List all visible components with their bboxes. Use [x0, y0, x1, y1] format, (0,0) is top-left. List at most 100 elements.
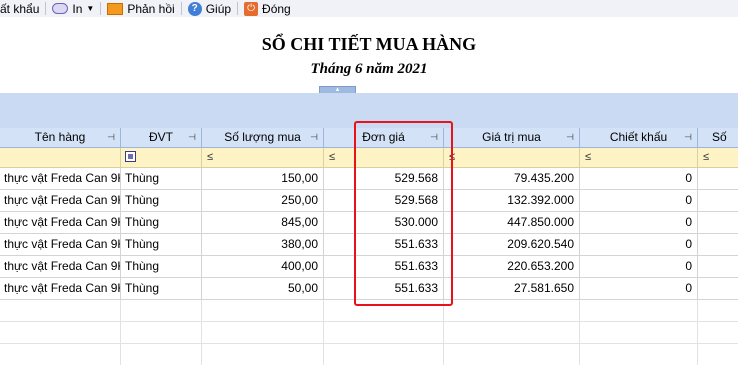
cell-discount[interactable]: 0: [580, 168, 698, 189]
pin-icon[interactable]: ⊣: [684, 128, 692, 147]
filter-checkbox[interactable]: [125, 151, 136, 162]
help-button[interactable]: ? Giúp: [187, 0, 232, 17]
filter-operator[interactable]: ≤: [703, 148, 709, 167]
cell-item-name[interactable]: thực vật Freda Can 9K: [0, 212, 121, 233]
cell-more[interactable]: [698, 212, 738, 233]
filter-operator[interactable]: ≤: [449, 148, 455, 167]
cell-purchase-value[interactable]: 447.850.000: [444, 212, 580, 233]
table-row[interactable]: thực vật Freda Can 9K Thùng 50,00 551.63…: [0, 278, 738, 300]
column-header-unit[interactable]: ĐVT ⊣: [121, 128, 202, 147]
toolbar-separator: [45, 2, 47, 15]
cell-quantity[interactable]: 50,00: [202, 278, 324, 299]
cell-item-name[interactable]: thực vật Freda Can 9K: [0, 234, 121, 255]
cell-unit-price[interactable]: 551.633: [324, 256, 444, 277]
filter-cell-item-name[interactable]: [0, 148, 121, 167]
cell-item-name[interactable]: thực vật Freda Can 9K: [0, 278, 121, 299]
column-header-item-name[interactable]: Tên hàng ⊣: [0, 128, 121, 147]
column-header-discount[interactable]: Chiết khấu ⊣: [580, 128, 698, 147]
filter-operator[interactable]: ≤: [207, 148, 213, 167]
cell-purchase-value[interactable]: 27.581.650: [444, 278, 580, 299]
filter-operator[interactable]: ≤: [329, 148, 335, 167]
table-row[interactable]: thực vật Freda Can 9K Thùng 400,00 551.6…: [0, 256, 738, 278]
column-header-label: Số lượng mua: [224, 130, 301, 144]
toolbar-separator: [237, 2, 239, 15]
close-button[interactable]: ⏻ Đóng: [244, 0, 291, 17]
column-header-quantity[interactable]: Số lượng mua ⊣: [202, 128, 324, 147]
cell-purchase-value[interactable]: 132.392.000: [444, 190, 580, 211]
empty-row: [0, 322, 738, 344]
empty-cell: [324, 322, 444, 343]
column-header-label: ĐVT: [149, 130, 173, 144]
cell-more[interactable]: [698, 190, 738, 211]
column-header-label: Giá trị mua: [482, 130, 541, 144]
print-button[interactable]: In ▼: [52, 0, 94, 17]
cell-more[interactable]: [698, 278, 738, 299]
cell-discount[interactable]: 0: [580, 190, 698, 211]
filter-operator[interactable]: ≤: [585, 148, 591, 167]
export-button[interactable]: ất khẩu: [0, 0, 39, 17]
filter-cell-discount[interactable]: ≤: [580, 148, 698, 167]
cell-unit-price[interactable]: 551.633: [324, 278, 444, 299]
cell-more[interactable]: [698, 256, 738, 277]
cell-unit-price[interactable]: 530.000: [324, 212, 444, 233]
cell-unit-price[interactable]: 529.568: [324, 168, 444, 189]
filter-cell-unit[interactable]: [121, 148, 202, 167]
cell-unit-price[interactable]: 551.633: [324, 234, 444, 255]
pin-icon[interactable]: ⊣: [107, 128, 115, 147]
feedback-button[interactable]: Phản hồi: [107, 0, 175, 17]
cell-unit[interactable]: Thùng: [121, 256, 202, 277]
cell-quantity[interactable]: 845,00: [202, 212, 324, 233]
cell-unit-price[interactable]: 529.568: [324, 190, 444, 211]
cell-more[interactable]: [698, 168, 738, 189]
empty-cell: [444, 300, 580, 321]
column-header-more[interactable]: Số lu: [698, 128, 738, 163]
pin-icon[interactable]: ⊣: [188, 128, 196, 147]
table-row[interactable]: thực vật Freda Can 9K Thùng 845,00 530.0…: [0, 212, 738, 234]
column-header-unit-price[interactable]: Đơn giá ⊣: [324, 128, 444, 147]
cell-item-name[interactable]: thực vật Freda Can 9K: [0, 190, 121, 211]
empty-cell: [121, 300, 202, 321]
pin-icon[interactable]: ⊣: [430, 128, 438, 147]
column-header-purchase-value[interactable]: Giá trị mua ⊣: [444, 128, 580, 147]
help-label: Giúp: [205, 1, 232, 16]
cell-purchase-value[interactable]: 209.620.540: [444, 234, 580, 255]
cell-quantity[interactable]: 400,00: [202, 256, 324, 277]
empty-row: [0, 300, 738, 322]
cell-purchase-value[interactable]: 220.653.200: [444, 256, 580, 277]
feedback-label: Phản hồi: [127, 1, 175, 16]
cell-purchase-value[interactable]: 79.435.200: [444, 168, 580, 189]
filter-cell-unit-price[interactable]: ≤: [324, 148, 444, 167]
empty-cell: [121, 322, 202, 343]
pin-icon[interactable]: ⊣: [566, 128, 574, 147]
pin-icon[interactable]: ⊣: [310, 128, 318, 147]
cell-unit[interactable]: Thùng: [121, 278, 202, 299]
table-row[interactable]: thực vật Freda Can 9K Thùng 250,00 529.5…: [0, 190, 738, 212]
cell-quantity[interactable]: 150,00: [202, 168, 324, 189]
filter-row: ≤ ≤ ≤ ≤ ≤: [0, 148, 738, 168]
column-header-label: Chiết khấu: [609, 130, 668, 144]
cell-unit[interactable]: Thùng: [121, 168, 202, 189]
cell-discount[interactable]: 0: [580, 212, 698, 233]
column-header-label: Đơn giá: [362, 130, 405, 144]
toolbar-separator: [100, 2, 102, 15]
cell-unit[interactable]: Thùng: [121, 234, 202, 255]
filter-cell-more[interactable]: ≤: [698, 148, 738, 167]
chevron-down-icon[interactable]: ▼: [86, 4, 94, 13]
cell-discount[interactable]: 0: [580, 256, 698, 277]
group-by-panel[interactable]: [0, 93, 738, 129]
cell-quantity[interactable]: 250,00: [202, 190, 324, 211]
cell-unit[interactable]: Thùng: [121, 190, 202, 211]
empty-cell: [202, 322, 324, 343]
table-row[interactable]: thực vật Freda Can 9K Thùng 380,00 551.6…: [0, 234, 738, 256]
filter-cell-purchase-value[interactable]: ≤: [444, 148, 580, 167]
cell-discount[interactable]: 0: [580, 278, 698, 299]
empty-cell: [580, 322, 698, 343]
cell-quantity[interactable]: 380,00: [202, 234, 324, 255]
cell-unit[interactable]: Thùng: [121, 212, 202, 233]
cell-more[interactable]: [698, 234, 738, 255]
filter-cell-quantity[interactable]: ≤: [202, 148, 324, 167]
table-row[interactable]: thực vật Freda Can 9K Thùng 150,00 529.5…: [0, 168, 738, 190]
cell-item-name[interactable]: thực vật Freda Can 9K: [0, 168, 121, 189]
cell-discount[interactable]: 0: [580, 234, 698, 255]
cell-item-name[interactable]: thực vật Freda Can 9K: [0, 256, 121, 277]
